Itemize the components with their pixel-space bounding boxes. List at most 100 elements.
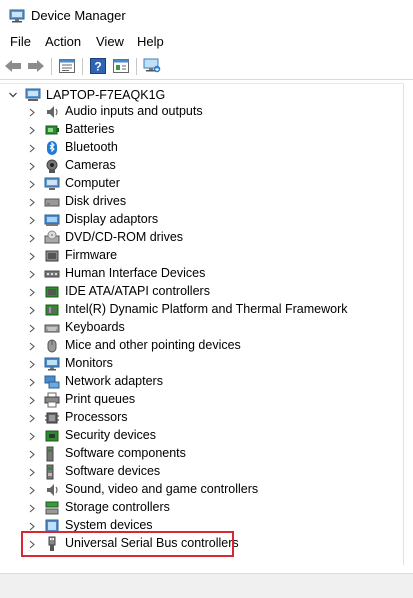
chevron-right-icon[interactable]	[29, 378, 35, 387]
chevron-right-icon[interactable]	[29, 288, 35, 297]
tree-item[interactable]: Bluetooth	[0, 139, 400, 157]
tree-item[interactable]: Software components	[0, 445, 400, 463]
title-bar: Device Manager	[0, 0, 413, 32]
tree-item[interactable]: Software devices	[0, 463, 400, 481]
tree-item[interactable]: Cameras	[0, 157, 400, 175]
tree-root[interactable]: LAPTOP-F7EAQK1G	[0, 86, 400, 104]
tree-item[interactable]: Print queues	[0, 391, 400, 409]
chevron-right-icon[interactable]	[29, 108, 35, 117]
tree-item[interactable]: Disk drives	[0, 193, 400, 211]
speaker-icon	[47, 106, 58, 118]
forward-button[interactable]	[26, 57, 46, 75]
chevron-right-icon[interactable]	[29, 432, 35, 441]
menu-help[interactable]: Help	[137, 34, 164, 49]
chevron-right-icon[interactable]	[29, 198, 35, 207]
chevron-right-icon[interactable]	[29, 504, 35, 513]
chevron-right-icon[interactable]	[29, 270, 35, 279]
tree-item-label: Firmware	[65, 248, 118, 262]
toolbar: ?	[0, 53, 413, 80]
tree-item[interactable]: DVD/CD-ROM drives	[0, 229, 400, 247]
tree-item-label: IDE ATA/ATAPI controllers	[65, 284, 210, 298]
chevron-right-icon[interactable]	[29, 162, 35, 171]
help-button[interactable]: ?	[88, 57, 108, 75]
chevron-right-icon[interactable]	[29, 252, 35, 261]
tree-item[interactable]: Processors	[0, 409, 400, 427]
chevron-right-icon[interactable]	[29, 522, 35, 531]
back-button[interactable]	[3, 57, 23, 75]
hid-icon	[44, 270, 60, 278]
tree-item-label: Bluetooth	[65, 140, 118, 154]
forward-icon	[28, 60, 44, 72]
chevron-down-icon[interactable]	[8, 90, 18, 100]
properties-icon	[59, 59, 75, 73]
chevron-right-icon[interactable]	[29, 414, 35, 423]
tree-item[interactable]: Mice and other pointing devices	[0, 337, 400, 355]
menu-view[interactable]: View	[96, 34, 124, 49]
mouse-icon	[47, 339, 57, 353]
bluetooth-icon	[47, 141, 57, 155]
toolbar-separator	[51, 58, 52, 75]
scan-hardware-button[interactable]	[142, 57, 162, 75]
menu-bar: File Action View Help	[0, 32, 413, 52]
tree-item-label: Human Interface Devices	[65, 266, 206, 280]
chevron-right-icon[interactable]	[29, 468, 35, 477]
chevron-right-icon[interactable]	[29, 234, 35, 243]
tree-item-label: Computer	[65, 176, 120, 190]
tree-item[interactable]: Firmware	[0, 247, 400, 265]
disk-drive-icon	[44, 198, 60, 207]
tree-item[interactable]: Intel(R) Dynamic Platform and Thermal Fr…	[0, 301, 400, 319]
menu-file[interactable]: File	[10, 34, 31, 49]
chevron-right-icon[interactable]	[29, 216, 35, 225]
tree-item[interactable]: Sound, video and game controllers	[0, 481, 400, 499]
chevron-right-icon[interactable]	[29, 360, 35, 369]
tree-item-label: Print queues	[65, 392, 136, 406]
tree-item[interactable]: Display adaptors	[0, 211, 400, 229]
chevron-right-icon[interactable]	[29, 306, 35, 315]
chevron-right-icon[interactable]	[29, 324, 35, 333]
chevron-right-icon[interactable]	[29, 126, 35, 135]
thermal-framework-icon	[45, 304, 59, 316]
tree-item[interactable]: Security devices	[0, 427, 400, 445]
device-tree: LAPTOP-F7EAQK1G Audio inputs and outputs…	[0, 83, 404, 565]
properties-button[interactable]	[57, 57, 77, 75]
update-driver-button[interactable]	[111, 57, 131, 75]
battery-icon	[45, 125, 59, 135]
chevron-right-icon[interactable]	[29, 450, 35, 459]
tree-item-label: Software components	[65, 446, 186, 460]
chevron-right-icon[interactable]	[29, 486, 35, 495]
tree-item-label: Audio inputs and outputs	[65, 104, 203, 118]
update-driver-icon	[113, 59, 129, 73]
tree-item-label: Display adaptors	[65, 212, 159, 226]
tree-item-label: Network adapters	[65, 374, 163, 388]
window-title: Device Manager	[31, 8, 126, 23]
software-component-icon	[46, 446, 54, 462]
security-device-icon	[45, 430, 59, 442]
chevron-right-icon[interactable]	[29, 396, 35, 405]
svg-text:?: ?	[94, 60, 101, 74]
firmware-icon	[45, 250, 59, 262]
tree-item-label: Sound, video and game controllers	[65, 482, 259, 496]
software-device-icon	[46, 464, 54, 480]
tree-item[interactable]: Network adapters	[0, 373, 400, 391]
tree-item[interactable]: Keyboards	[0, 319, 400, 337]
back-icon	[5, 60, 21, 72]
help-icon: ?	[90, 58, 106, 74]
storage-controller-icon	[45, 501, 59, 515]
chevron-right-icon[interactable]	[29, 342, 35, 351]
menu-action[interactable]: Action	[45, 34, 81, 49]
tree-item[interactable]: Batteries	[0, 121, 400, 139]
tree-item-label: Batteries	[65, 122, 115, 136]
tree-item[interactable]: Computer	[0, 175, 400, 193]
network-adapter-icon	[44, 375, 60, 389]
tree-item[interactable]: Audio inputs and outputs	[0, 103, 400, 121]
tree-item-label: Intel(R) Dynamic Platform and Thermal Fr…	[65, 302, 348, 316]
tree-item[interactable]: IDE ATA/ATAPI controllers	[0, 283, 400, 301]
chevron-right-icon[interactable]	[29, 180, 35, 189]
computer-icon	[25, 88, 41, 101]
ide-controller-icon	[45, 286, 59, 298]
tree-item[interactable]: Human Interface Devices	[0, 265, 400, 283]
chevron-right-icon[interactable]	[29, 144, 35, 153]
tree-item[interactable]: Monitors	[0, 355, 400, 373]
tree-item[interactable]: Storage controllers	[0, 499, 400, 517]
highlight-box	[21, 531, 234, 557]
